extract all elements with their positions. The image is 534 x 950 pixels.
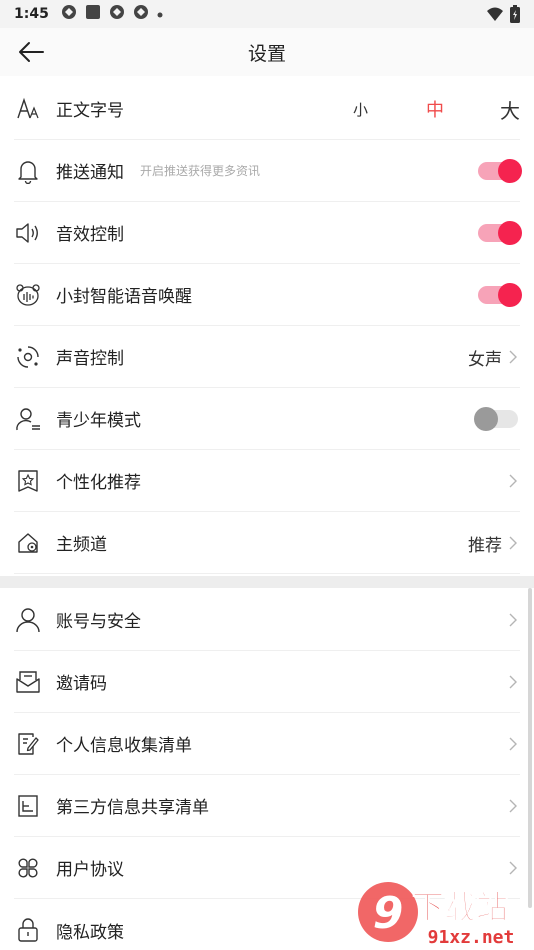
arrow-left-icon	[19, 42, 44, 62]
notification-app-icon	[109, 4, 125, 24]
font-size-medium-option[interactable]: 中	[426, 96, 444, 122]
privacy-policy-label: 隐私政策	[56, 922, 124, 943]
bell-icon	[14, 157, 42, 185]
section-divider	[0, 576, 534, 588]
user-agreement-label: 用户协议	[56, 860, 124, 880]
push-notification-toggle[interactable]	[478, 159, 522, 183]
invite-code-label: 邀请码	[56, 674, 107, 694]
status-bar: 1:45	[0, 0, 534, 28]
main-channel-label: 主频道	[56, 535, 107, 555]
chevron-right-icon	[506, 858, 520, 878]
row-account-security[interactable]: 账号与安全	[14, 589, 520, 651]
scrollbar[interactable]	[528, 588, 532, 908]
row-sound-effects: 音效控制	[14, 202, 522, 264]
chevron-right-icon	[506, 471, 520, 491]
voice-wake-label: 小封智能语音唤醒	[56, 287, 192, 307]
push-notification-hint: 开启推送获得更多资讯	[140, 164, 261, 178]
row-main-channel[interactable]: 主频道 推荐	[14, 512, 520, 574]
teen-mode-icon	[14, 405, 42, 433]
notification-app-icon	[61, 4, 77, 24]
lock-icon	[14, 916, 42, 944]
row-font-size: 正文字号 小 中 大	[14, 78, 520, 140]
row-teen-mode: 青少年模式	[14, 388, 520, 450]
main-channel-value: 推荐	[468, 535, 502, 556]
account-security-label: 账号与安全	[56, 612, 141, 632]
third-party-sharing-label: 第三方信息共享清单	[56, 798, 209, 818]
voice-assistant-icon	[14, 281, 42, 309]
chevron-right-icon	[506, 796, 520, 816]
voice-wake-toggle[interactable]	[478, 283, 522, 307]
back-button[interactable]	[14, 38, 48, 66]
notification-app-icon	[133, 4, 149, 24]
watermark-logo: 9 下载站 91xz.net	[352, 880, 528, 950]
settings-group-general: 正文字号 小 中 大 推送通知 开启推送获得更多资讯 音效控制 小封智能语音唤醒	[0, 78, 534, 574]
font-size-selector: 小 中 大	[353, 78, 520, 140]
chevron-right-icon	[506, 610, 520, 630]
voice-control-label: 声音控制	[56, 349, 124, 369]
row-invite-code[interactable]: 邀请码	[14, 651, 520, 713]
font-size-label: 正文字号	[56, 101, 124, 121]
teen-mode-label: 青少年模式	[56, 411, 141, 431]
row-personal-info-collection[interactable]: 个人信息收集清单	[14, 713, 520, 775]
voice-control-icon	[14, 343, 42, 371]
star-bookmark-icon	[14, 467, 42, 495]
speaker-icon	[14, 219, 42, 247]
app-bar: 设置	[0, 28, 534, 76]
document-edit-icon	[14, 730, 42, 758]
row-third-party-sharing[interactable]: 第三方信息共享清单	[14, 775, 520, 837]
sound-effects-toggle[interactable]	[478, 221, 522, 245]
battery-icon	[510, 5, 520, 27]
voice-control-value: 女声	[468, 349, 502, 370]
personalized-recommend-label: 个性化推荐	[56, 473, 141, 493]
envelope-icon	[14, 668, 42, 696]
row-push-notification: 推送通知 开启推送获得更多资讯	[14, 140, 522, 202]
chevron-right-icon	[506, 734, 520, 754]
personal-info-collection-label: 个人信息收集清单	[56, 736, 192, 756]
row-voice-wake: 小封智能语音唤醒	[14, 264, 522, 326]
svg-text:9: 9	[373, 888, 404, 939]
sound-effects-label: 音效控制	[56, 225, 124, 245]
chevron-right-icon	[506, 347, 520, 367]
wifi-icon	[486, 6, 504, 26]
chevron-right-icon	[506, 533, 520, 553]
font-size-large-option[interactable]: 大	[500, 95, 520, 124]
teen-mode-toggle[interactable]	[474, 407, 518, 431]
font-size-small-option[interactable]: 小	[353, 99, 368, 120]
font-size-icon	[14, 95, 42, 123]
page-title: 设置	[247, 42, 286, 65]
push-notification-label: 推送通知	[56, 163, 124, 183]
status-time: 1:45	[14, 6, 49, 22]
notification-square-icon	[85, 4, 101, 24]
user-icon	[14, 606, 42, 634]
row-personalized-recommend[interactable]: 个性化推荐	[14, 450, 520, 512]
svg-text:91xz.net: 91xz.net	[428, 927, 515, 948]
chevron-right-icon	[506, 672, 520, 692]
grid-clover-icon	[14, 854, 42, 882]
list-document-icon	[14, 792, 42, 820]
more-notifications-dot-icon	[157, 6, 163, 22]
svg-text:下载站: 下载站	[412, 888, 508, 926]
home-channel-icon	[14, 529, 42, 557]
row-voice-control[interactable]: 声音控制 女声	[14, 326, 520, 388]
